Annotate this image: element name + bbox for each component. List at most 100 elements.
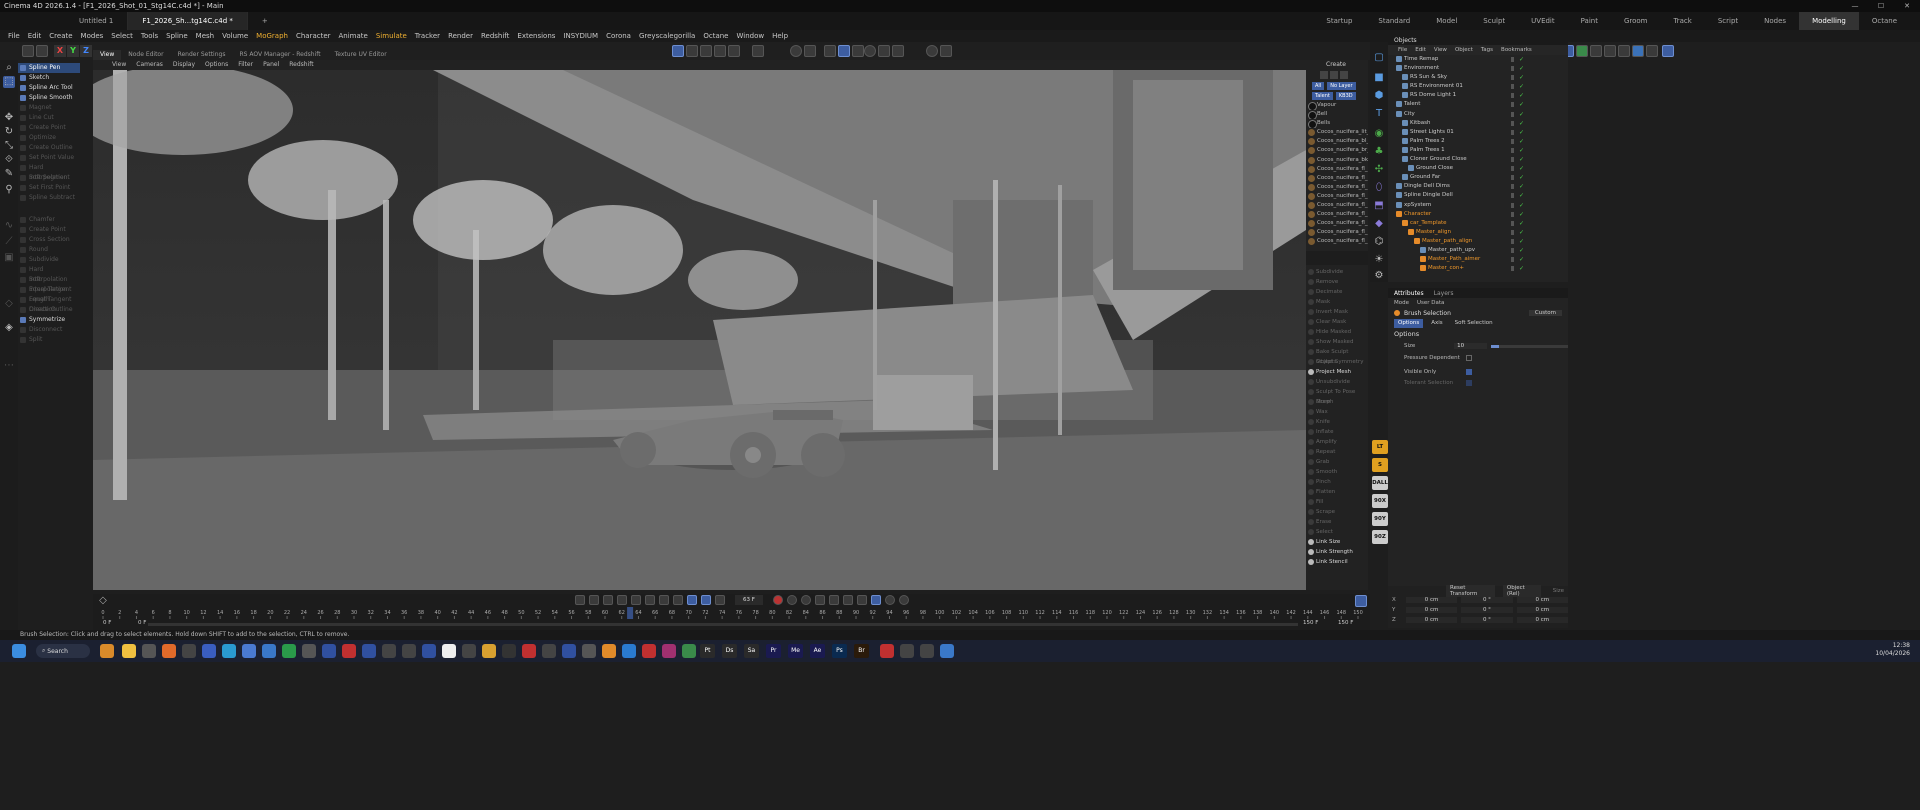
- tool-item-disabled[interactable]: Spline Subtract: [18, 193, 80, 203]
- render-active-icon[interactable]: [1604, 45, 1616, 57]
- sculpt-decimate[interactable]: Decimate: [1306, 287, 1368, 297]
- octane-icon[interactable]: [1618, 45, 1630, 57]
- autokey-record-icon[interactable]: [786, 595, 797, 605]
- object-row[interactable]: RS Environment 01 ✓: [1388, 82, 1568, 91]
- enabled-check-icon[interactable]: ✓: [1519, 164, 1524, 173]
- brush-tool-icon[interactable]: ⚲: [3, 184, 15, 196]
- objects-menu-edit[interactable]: Edit: [1411, 45, 1430, 55]
- key-selection-icon[interactable]: [800, 595, 811, 605]
- app-icon-4[interactable]: [302, 644, 316, 658]
- viewport-menu-cameras[interactable]: Cameras: [131, 60, 168, 70]
- timeline-window-icon[interactable]: [898, 595, 909, 605]
- plugin-90y[interactable]: 90Y: [1372, 512, 1388, 526]
- size-slider[interactable]: [1490, 344, 1568, 348]
- visible-only-checkbox[interactable]: [1466, 368, 1472, 375]
- objects-menu-file[interactable]: File: [1394, 45, 1411, 55]
- param-key-icon[interactable]: [856, 595, 867, 605]
- layout-standard[interactable]: Standard: [1365, 12, 1423, 30]
- layout-paint[interactable]: Paint: [1568, 12, 1611, 30]
- primitive-icon[interactable]: ⬢: [1373, 90, 1385, 102]
- fps-icon[interactable]: [715, 595, 725, 605]
- sculpt-amplify[interactable]: Amplify: [1306, 437, 1368, 447]
- material-item[interactable]: Cocos_nucifera_fl_0: [1306, 210, 1368, 219]
- tool-item-disabled[interactable]: Equal Tangent Direction: [18, 295, 80, 313]
- layout-script[interactable]: Script: [1705, 12, 1751, 30]
- menu-extensions[interactable]: Extensions: [513, 30, 559, 42]
- app-icon-25[interactable]: [940, 644, 954, 658]
- menu-render[interactable]: Render: [444, 30, 477, 42]
- viewport-solo-icon[interactable]: [926, 45, 938, 57]
- visibility-dots-icon[interactable]: [1511, 120, 1514, 126]
- visibility-dots-icon[interactable]: [1511, 157, 1514, 163]
- app-icon-7[interactable]: [362, 644, 376, 658]
- enabled-check-icon[interactable]: ✓: [1519, 182, 1524, 191]
- picture-viewer-icon[interactable]: [1590, 45, 1602, 57]
- box-icon[interactable]: ■: [1373, 72, 1385, 84]
- axis-mode-icon[interactable]: [752, 45, 764, 57]
- material-item[interactable]: Cocos_nucifera_fl_1: [1306, 174, 1368, 183]
- sculpt-remove[interactable]: Remove: [1306, 277, 1368, 287]
- rot-key-icon[interactable]: [828, 595, 839, 605]
- filter-all[interactable]: All: [1312, 82, 1325, 90]
- tool-item-disabled[interactable]: Set Point Value: [18, 153, 80, 163]
- tool-item-disabled[interactable]: Soft Interpolation: [18, 275, 80, 293]
- coord-rotation-field[interactable]: 0 °: [1461, 607, 1513, 613]
- sculpt-inflate[interactable]: Inflate: [1306, 427, 1368, 437]
- visibility-dots-icon[interactable]: [1511, 193, 1514, 199]
- enabled-check-icon[interactable]: ✓: [1519, 91, 1524, 100]
- enabled-check-icon[interactable]: ✓: [1519, 100, 1524, 109]
- undo-icon[interactable]: [22, 45, 34, 57]
- plugin-s[interactable]: S: [1372, 458, 1388, 472]
- menu-create[interactable]: Create: [45, 30, 76, 42]
- sculpt-draw[interactable]: Draw: [1306, 397, 1368, 407]
- sculpt-clear-mask[interactable]: Clear Mask: [1306, 317, 1368, 327]
- menu-tools[interactable]: Tools: [137, 30, 162, 42]
- terminal-icon[interactable]: [142, 644, 156, 658]
- uv-mode-icon[interactable]: [714, 45, 726, 57]
- next-key-icon[interactable]: [659, 595, 669, 605]
- object-row[interactable]: Kitbash ✓: [1388, 119, 1568, 128]
- enabled-check-icon[interactable]: ✓: [1519, 64, 1524, 73]
- timeline-options-icon[interactable]: [1355, 595, 1367, 607]
- tool-item-disabled[interactable]: Hard Interpolation: [18, 265, 80, 283]
- tolerant-checkbox[interactable]: [1466, 379, 1472, 386]
- layout-groom[interactable]: Groom: [1611, 12, 1661, 30]
- enabled-check-icon[interactable]: ✓: [1519, 219, 1524, 228]
- material-node-icon[interactable]: [1330, 71, 1338, 79]
- z-axis-toggle[interactable]: Z: [80, 45, 92, 57]
- layout-octane[interactable]: Octane: [1859, 12, 1910, 30]
- transform-tool-icon[interactable]: ⟐: [3, 154, 15, 166]
- app-icon-15[interactable]: [542, 644, 556, 658]
- symmetrize-tool[interactable]: Symmetrize: [18, 315, 80, 325]
- menu-window[interactable]: Window: [732, 30, 768, 42]
- layout-track[interactable]: Track: [1661, 12, 1705, 30]
- material-item[interactable]: Cocos_nucifera_bk_0: [1306, 156, 1368, 165]
- select-tool-icon[interactable]: ⬚: [3, 76, 15, 88]
- menu-octane[interactable]: Octane: [699, 30, 732, 42]
- visibility-dots-icon[interactable]: [1511, 147, 1514, 153]
- move-tool-icon[interactable]: ✥: [3, 112, 15, 124]
- scene-icon[interactable]: ⬒: [1373, 200, 1385, 212]
- y-axis-toggle[interactable]: Y: [67, 45, 79, 57]
- generator-icon[interactable]: ◉: [1373, 128, 1385, 140]
- tab-texture-uv-editor[interactable]: Texture UV Editor: [328, 50, 394, 60]
- visibility-dots-icon[interactable]: [1511, 175, 1514, 181]
- object-row[interactable]: Cloner Ground Close ✓: [1388, 155, 1568, 164]
- menu-corona[interactable]: Corona: [602, 30, 635, 42]
- coord-rotation-field[interactable]: 0 °: [1461, 617, 1513, 623]
- minimize-button[interactable]: —: [1842, 0, 1868, 12]
- tool-item-disabled[interactable]: Split: [18, 335, 80, 345]
- app-icon-23[interactable]: [900, 644, 914, 658]
- tool-item-disabled[interactable]: Optimize: [18, 133, 80, 143]
- app-icon-11[interactable]: [462, 644, 476, 658]
- tool-item-disabled[interactable]: Chamfer: [18, 215, 80, 225]
- menu-help[interactable]: Help: [768, 30, 792, 42]
- visibility-dots-icon[interactable]: [1511, 66, 1514, 72]
- enabled-check-icon[interactable]: ✓: [1519, 155, 1524, 164]
- layout-modelling[interactable]: Modelling: [1799, 12, 1859, 30]
- visibility-dots-icon[interactable]: [1511, 129, 1514, 135]
- objects-menu-object[interactable]: Object: [1451, 45, 1477, 55]
- objects-menu-tags[interactable]: Tags: [1477, 45, 1497, 55]
- tool-item-disabled[interactable]: Equal Tangent Length: [18, 285, 80, 303]
- sculpt-link-stencil[interactable]: Link Stencil: [1306, 557, 1368, 567]
